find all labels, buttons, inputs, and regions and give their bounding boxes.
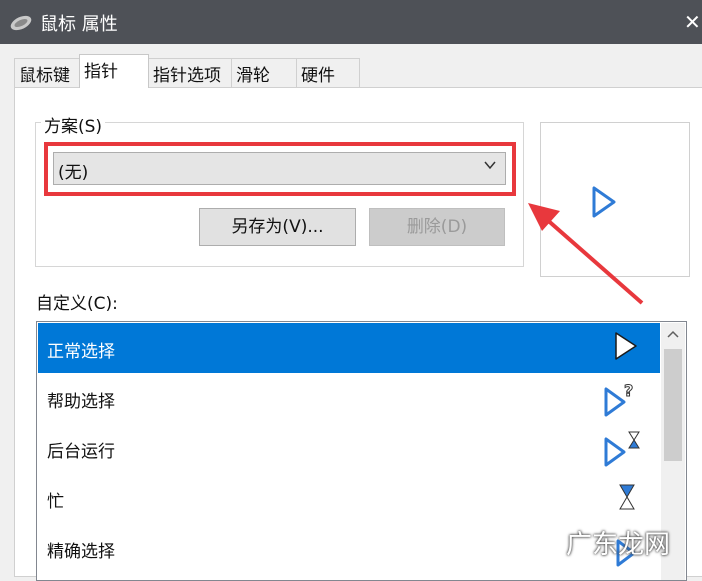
scroll-thumb[interactable] [664,349,682,461]
tab-pointers[interactable]: 指针 [79,54,149,88]
tab-label: 指针 [84,62,118,82]
tab-pointer-options[interactable]: 指针选项 [148,58,232,87]
tab-label: 滑轮 [236,66,270,86]
scheme-group-label: 方案(S) [41,112,106,137]
list-item-label: 精确选择 [47,542,115,562]
save-as-button[interactable]: 另存为(V)... [199,208,356,246]
scheme-selected-value: (无) [58,163,89,183]
list-item[interactable]: 正常选择 [38,323,660,373]
tab-hardware[interactable]: 硬件 [296,58,360,87]
list-item-label: 正常选择 [47,342,115,362]
scroll-up-icon[interactable] [661,323,685,347]
scheme-dropdown[interactable]: (无) [53,152,506,185]
chevron-down-icon [484,161,496,170]
list-item-label: 后台运行 [47,442,115,462]
tab-label: 鼠标键 [19,66,70,86]
svg-text:?: ? [624,381,633,400]
tab-label: 硬件 [301,66,335,86]
watermark: 广东龙网 [566,530,671,560]
close-icon[interactable]: ✕ [684,0,702,44]
working-cursor-icon [604,431,640,467]
tab-label: 指针选项 [153,66,221,86]
list-item[interactable]: 忙 [38,473,660,523]
tab-wheel[interactable]: 滑轮 [231,58,297,87]
busy-cursor-icon [619,484,635,510]
window-title: 鼠标 属性 [40,14,118,35]
list-item-label: 忙 [47,492,64,512]
delete-label: 删除(D) [406,217,468,237]
save-as-label: 另存为(V)... [231,217,324,237]
delete-button[interactable]: 删除(D) [369,208,505,246]
list-item-label: 帮助选择 [47,392,115,412]
title-bar: 鼠标 属性 ✕ [0,0,702,44]
list-item[interactable]: 后台运行 [38,423,660,473]
arrow-cursor-icon [615,332,637,360]
tab-strip: 鼠标键 指针 指针选项 滑轮 硬件 [0,44,702,88]
annotation-arrow-icon [528,203,644,305]
mouse-icon [10,15,32,31]
list-item[interactable]: 帮助选择 ? [38,373,660,423]
customize-label: 自定义(C): [36,294,118,314]
tab-buttons[interactable]: 鼠标键 [14,58,80,87]
help-cursor-icon: ? [604,381,634,417]
